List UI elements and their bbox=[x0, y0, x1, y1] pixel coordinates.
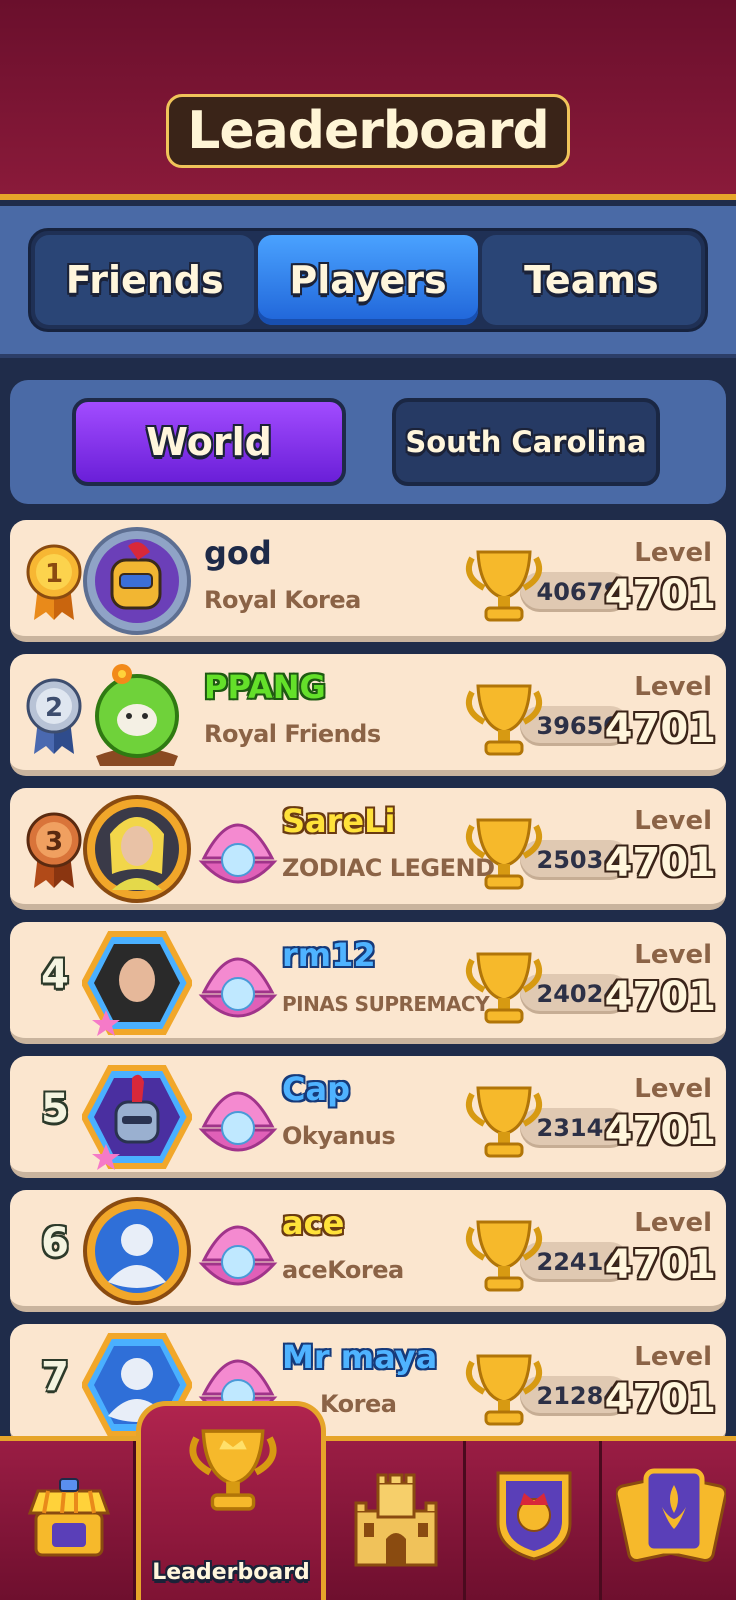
pearl-shell-icon bbox=[198, 1091, 278, 1152]
svg-text:3: 3 bbox=[45, 827, 63, 857]
svg-text:1: 1 bbox=[45, 559, 63, 589]
team-shield-icon bbox=[496, 1471, 572, 1561]
level-value: 4701 bbox=[604, 1376, 716, 1422]
silver-medal-icon: 2 bbox=[26, 678, 82, 754]
trophy-icon bbox=[466, 1086, 542, 1158]
cards-icon bbox=[616, 1468, 726, 1563]
player-name: rm12 bbox=[282, 936, 376, 974]
level-value: 4701 bbox=[604, 1242, 716, 1288]
team-name: PINAS SUPREMACY bbox=[282, 992, 490, 1016]
level-value: 4701 bbox=[604, 840, 716, 886]
gold-medal-icon: 1 bbox=[26, 544, 82, 620]
tab-players[interactable]: Players bbox=[258, 235, 478, 325]
avatar bbox=[83, 795, 191, 903]
level-label: Level bbox=[634, 1208, 712, 1238]
level-label: Level bbox=[634, 1074, 712, 1104]
bottom-nav: Leaderboard bbox=[0, 1401, 736, 1600]
rank-number: 4 bbox=[41, 952, 69, 998]
player-name: SareLi bbox=[282, 802, 396, 840]
castle-icon bbox=[354, 1473, 438, 1567]
trophy-icon bbox=[189, 1429, 277, 1511]
level-value: 4701 bbox=[604, 706, 716, 752]
list-item[interactable]: 7 Mr maya Korea 21284 Level 4701 bbox=[10, 1324, 726, 1440]
bronze-medal-icon: 3 bbox=[26, 812, 82, 888]
avatar bbox=[95, 664, 179, 766]
tab-friends[interactable]: Friends bbox=[35, 235, 255, 325]
nav-shop[interactable] bbox=[0, 1441, 136, 1600]
nav-leaderboard[interactable]: Leaderboard bbox=[136, 1401, 326, 1600]
team-name: Korea bbox=[320, 1390, 397, 1418]
level-label: Level bbox=[634, 672, 712, 702]
team-name: Royal Friends bbox=[204, 720, 381, 748]
player-name: Cap bbox=[282, 1070, 350, 1108]
level-value: 4701 bbox=[604, 974, 716, 1020]
trophy-icon bbox=[466, 1354, 542, 1426]
pearl-shell-icon bbox=[198, 823, 278, 884]
shop-icon bbox=[27, 1478, 111, 1557]
player-name: Mr maya bbox=[282, 1338, 438, 1376]
list-item[interactable]: 5 Cap Okyanus 23142 Level 4701 bbox=[10, 1056, 726, 1178]
header: Leaderboard bbox=[0, 0, 736, 200]
level-label: Level bbox=[634, 940, 712, 970]
player-name: ace bbox=[282, 1204, 345, 1242]
trophy-icon bbox=[466, 818, 542, 890]
trophy-icon bbox=[466, 1220, 542, 1292]
level-label: Level bbox=[634, 1342, 712, 1372]
list-item[interactable]: 4 rm12 PINAS SUPREMACY 24024 Level 4701 bbox=[10, 922, 726, 1044]
level-label: Level bbox=[634, 806, 712, 836]
leaderboard-list[interactable]: 1 god Royal Korea 40678 Level 4701 2 PPA… bbox=[0, 520, 736, 1440]
nav-leaderboard-label: Leaderboard bbox=[152, 1560, 310, 1585]
title-banner: Leaderboard bbox=[166, 94, 570, 168]
level-label: Level bbox=[634, 538, 712, 568]
list-item[interactable]: 2 PPANG Royal Friends 39650 Level 4701 bbox=[10, 654, 726, 776]
list-item[interactable]: 6 ace aceKorea 22414 Level 4701 bbox=[10, 1190, 726, 1312]
avatar bbox=[83, 1197, 191, 1305]
player-name: PPANG bbox=[204, 668, 326, 706]
world-filter-button[interactable]: World bbox=[72, 398, 346, 486]
team-name: aceKorea bbox=[282, 1256, 404, 1284]
nav-team[interactable] bbox=[466, 1441, 602, 1600]
rank-number: 5 bbox=[41, 1086, 69, 1132]
list-item[interactable]: 3 SareLi ZODIAC LEGEND 25034 Level 4701 bbox=[10, 788, 726, 910]
team-name: Okyanus bbox=[282, 1122, 396, 1150]
list-item[interactable]: 1 god Royal Korea 40678 Level 4701 bbox=[10, 520, 726, 642]
team-name: Royal Korea bbox=[204, 586, 361, 614]
rank-number: 7 bbox=[41, 1354, 69, 1400]
trophy-icon bbox=[466, 952, 542, 1024]
tabs-panel: Friends Players Teams bbox=[0, 206, 736, 358]
tab-teams[interactable]: Teams bbox=[481, 235, 701, 325]
player-name: god bbox=[204, 534, 272, 572]
trophy-icon bbox=[466, 550, 542, 622]
nav-castle[interactable] bbox=[326, 1441, 466, 1600]
pearl-shell-icon bbox=[198, 957, 278, 1018]
avatar bbox=[83, 527, 191, 635]
avatar bbox=[82, 1065, 192, 1170]
region-filter-button[interactable]: South Carolina bbox=[392, 398, 660, 486]
svg-text:2: 2 bbox=[45, 693, 63, 723]
nav-cards[interactable] bbox=[602, 1441, 736, 1600]
level-value: 4701 bbox=[604, 1108, 716, 1154]
avatar bbox=[82, 931, 192, 1036]
pearl-shell-icon bbox=[198, 1225, 278, 1286]
tab-bar: Friends Players Teams bbox=[28, 228, 708, 332]
rank-number: 6 bbox=[41, 1220, 69, 1266]
region-filter-panel: World South Carolina bbox=[10, 380, 726, 504]
trophy-icon bbox=[466, 684, 542, 756]
page-title: Leaderboard bbox=[187, 101, 550, 161]
level-value: 4701 bbox=[604, 572, 716, 618]
